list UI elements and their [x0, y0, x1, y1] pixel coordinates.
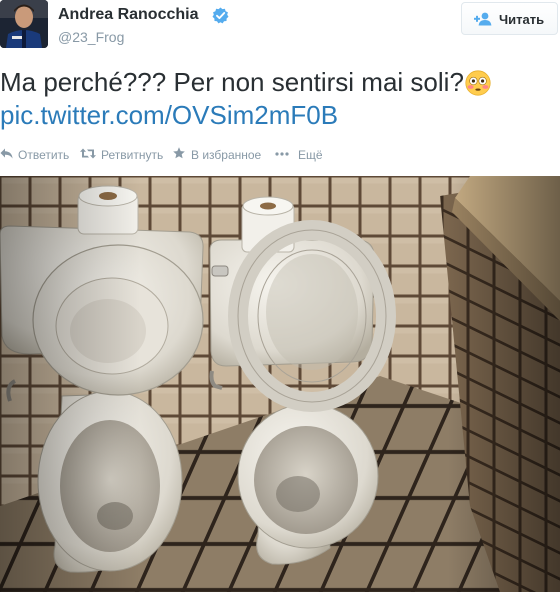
- tweet-pic-link[interactable]: pic.twitter.com/OVSim2mF0B: [0, 100, 338, 130]
- tweet-photo[interactable]: [0, 176, 560, 592]
- author-fullname[interactable]: Andrea Ranocchia: [58, 6, 198, 24]
- more-label: Ещё: [298, 148, 323, 162]
- author-username[interactable]: @23_Frog: [58, 29, 124, 45]
- tweet-photo-image: [0, 176, 560, 592]
- tweet-text-content: Ma perché??? Per non sentirsi mai soli?: [0, 67, 464, 97]
- retweet-label: Ретвитнуть: [101, 148, 164, 162]
- more-dots-icon: [275, 152, 289, 156]
- reply-label: Ответить: [18, 148, 70, 162]
- verified-badge-icon: [212, 7, 229, 24]
- avatar[interactable]: [0, 0, 48, 48]
- favorite-label: В избранное: [191, 148, 262, 162]
- retweet-icon: [80, 148, 96, 159]
- tweet: Andrea Ranocchia @23_Frog Читать Ma perc…: [0, 0, 560, 592]
- flushed-face-emoji-icon: [465, 70, 491, 96]
- follow-button[interactable]: Читать: [461, 2, 558, 35]
- reply-icon: [0, 148, 13, 159]
- add-user-icon: [474, 12, 492, 26]
- follow-button-label: Читать: [499, 12, 545, 27]
- tweet-text: Ma perché??? Per non sentirsi mai soli? …: [0, 66, 560, 132]
- star-icon: [173, 147, 185, 159]
